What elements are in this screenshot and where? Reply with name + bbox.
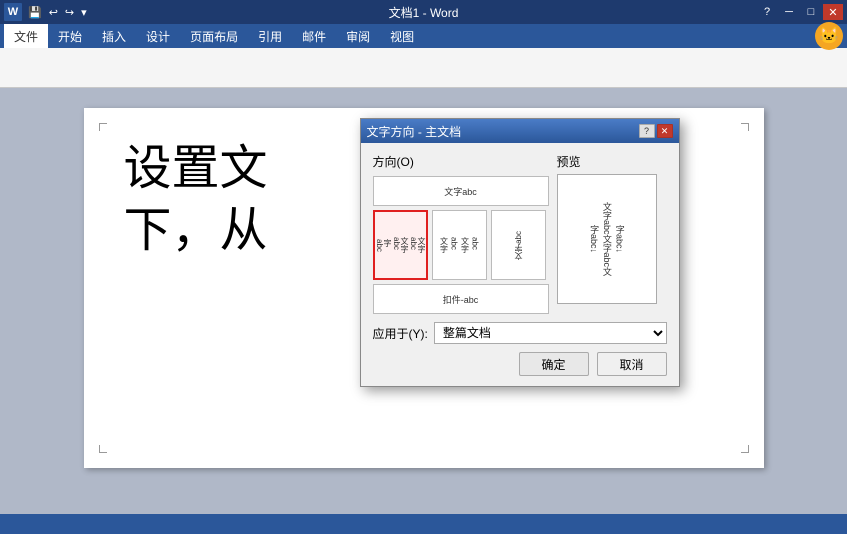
- dialog-title-buttons: ? ✕: [639, 124, 673, 138]
- corner-mark-br: [741, 445, 749, 453]
- dialog-close-button[interactable]: ✕: [657, 124, 673, 138]
- dialog-left-panel: 方向(O) 文字abc 字abc 文字abc: [373, 153, 549, 314]
- dialog-title: 文字方向 - 主文档: [367, 123, 462, 140]
- redo-icon[interactable]: ↪: [63, 5, 76, 20]
- dir-option-vertical-rl[interactable]: 字abc 文字abc 文字abc: [373, 210, 428, 280]
- close-button[interactable]: ✕: [823, 4, 843, 20]
- word-logo-icon: W: [4, 3, 22, 21]
- dir-option-vertical-lr[interactable]: 文字abc 文字abc: [432, 210, 487, 280]
- corner-mark-tl: [99, 123, 107, 131]
- word-logo-text: W: [8, 6, 18, 18]
- main-area: 设置文字 入上到 下，从从 输入。 文字方向 - 主文档 ? ✕ 方向(O) 文…: [0, 88, 847, 514]
- tab-mail[interactable]: 邮件: [292, 24, 336, 48]
- tab-page-layout[interactable]: 页面布局: [180, 24, 248, 48]
- minimize-button[interactable]: ─: [779, 4, 799, 20]
- dialog-titlebar: 文字方向 - 主文档 ? ✕: [361, 119, 679, 143]
- corner-mark-tr: [741, 123, 749, 131]
- cancel-button[interactable]: 取消: [597, 352, 667, 376]
- status-bar: [0, 514, 847, 534]
- corner-mark-bl: [99, 445, 107, 453]
- tab-view[interactable]: 视图: [380, 24, 424, 48]
- save-icon[interactable]: 💾: [26, 5, 44, 20]
- title-bar-left: W 💾 ↩ ↪ ▾: [4, 3, 89, 21]
- preview-text-col1: 字abc↓: [588, 225, 599, 253]
- text-direction-dialog: 文字方向 - 主文档 ? ✕ 方向(O) 文字abc: [360, 118, 680, 387]
- preview-text-col2: 文字abc文字abc文: [601, 202, 612, 276]
- ribbon-search: 🐱: [815, 22, 843, 50]
- tab-design[interactable]: 设计: [136, 24, 180, 48]
- user-avatar: 🐱: [815, 22, 843, 50]
- apply-to-row: 应用于(Y): 整篇文档 所选文字: [373, 322, 667, 344]
- title-bar: W 💾 ↩ ↪ ▾ 文档1 - Word ? ─ □ ✕: [0, 0, 847, 24]
- help-button[interactable]: ?: [757, 4, 777, 20]
- dialog-body: 方向(O) 文字abc 字abc 文字abc: [361, 143, 679, 386]
- dialog-right-panel: 预览 字abc↓ 文字abc文字abc文 字abc↓: [557, 153, 667, 304]
- tab-home[interactable]: 开始: [48, 24, 92, 48]
- apply-to-select[interactable]: 整篇文档 所选文字: [434, 322, 667, 344]
- preview-text-col3: 字abc↓: [614, 225, 625, 253]
- preview-label: 预览: [557, 153, 667, 170]
- undo-icon[interactable]: ↩: [47, 5, 60, 20]
- dialog-main-row: 方向(O) 文字abc 字abc 文字abc: [373, 153, 667, 314]
- dir-option-bottom[interactable]: 扣件-abc: [373, 284, 549, 314]
- dialog-help-button[interactable]: ?: [639, 124, 655, 138]
- direction-section-title: 方向(O): [373, 153, 549, 170]
- title-bar-controls: ? ─ □ ✕: [757, 4, 843, 20]
- dir-option-rotated[interactable]: 文字abc: [491, 210, 546, 280]
- restore-button[interactable]: □: [801, 4, 821, 20]
- quick-access-toolbar: 💾 ↩ ↪ ▾: [26, 5, 89, 20]
- tab-review[interactable]: 审阅: [336, 24, 380, 48]
- preview-box: 字abc↓ 文字abc文字abc文 字abc↓: [557, 174, 657, 304]
- ribbon-tabs: 文件 开始 插入 设计 页面布局 引用 邮件 审阅 视图 🐱: [0, 24, 847, 48]
- tab-file[interactable]: 文件: [4, 24, 48, 48]
- dialog-buttons-row: 确定 取消: [373, 352, 667, 376]
- more-icon[interactable]: ▾: [79, 5, 89, 20]
- dir-option-horizontal[interactable]: 文字abc: [373, 176, 549, 206]
- tab-insert[interactable]: 插入: [92, 24, 136, 48]
- toolbar: [0, 48, 847, 88]
- dir-horizontal-text: 文字abc: [444, 185, 477, 198]
- title-bar-title: 文档1 - Word: [389, 4, 459, 21]
- tab-references[interactable]: 引用: [248, 24, 292, 48]
- dir-bottom-text: 扣件-abc: [443, 293, 479, 306]
- apply-to-label: 应用于(Y):: [373, 325, 428, 342]
- confirm-button[interactable]: 确定: [519, 352, 589, 376]
